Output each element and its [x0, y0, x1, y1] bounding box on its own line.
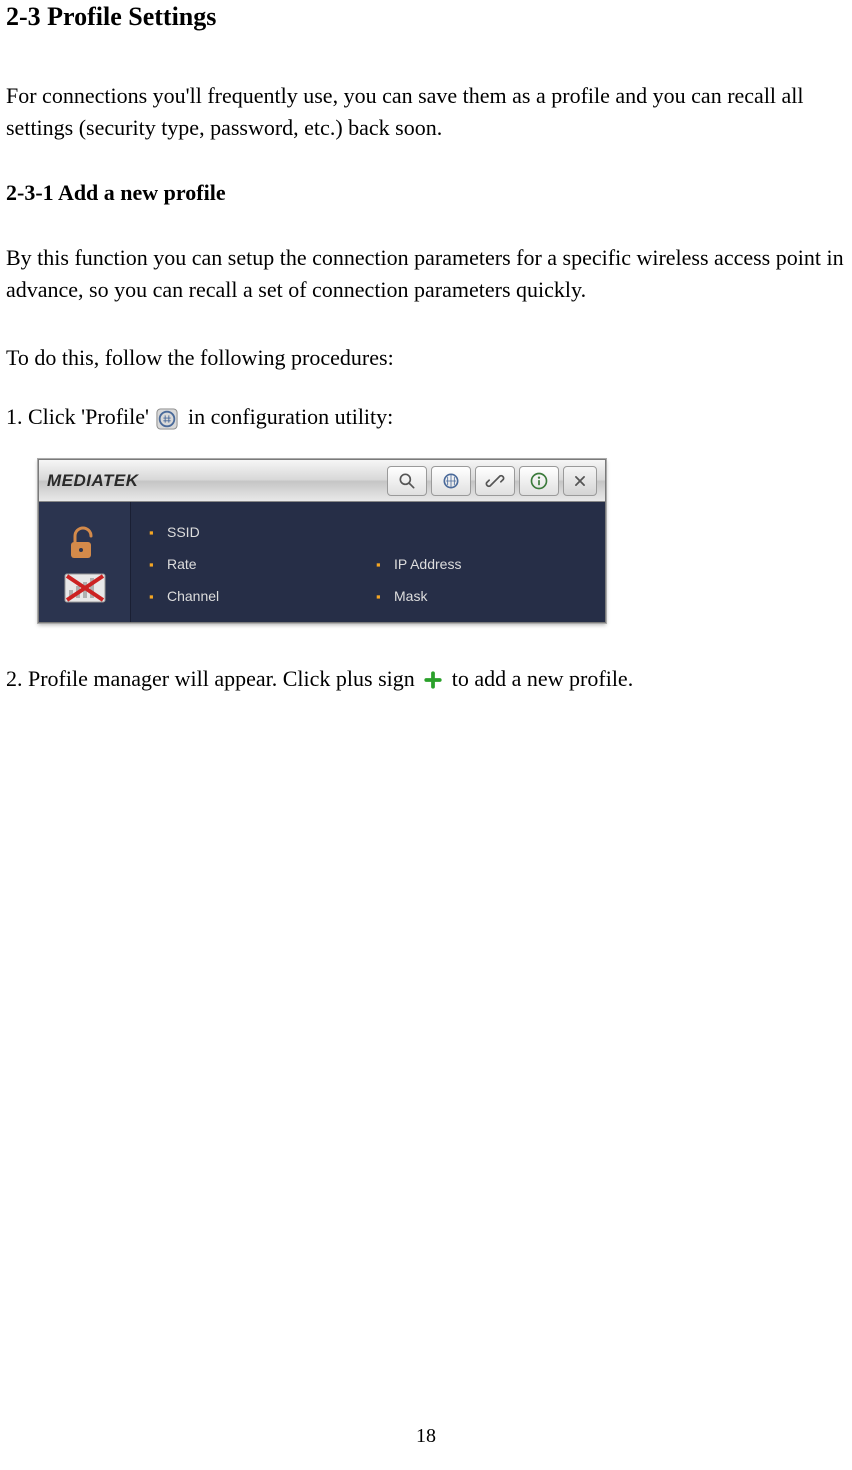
search-icon — [397, 471, 417, 491]
panel-body: ▪ SSID ▪ Rate ▪ IP Address ▪ Channel — [39, 502, 605, 622]
field-label: SSID — [167, 524, 200, 540]
plus-icon — [424, 671, 442, 689]
mediatek-panel: MEDIATEK — [38, 459, 606, 623]
procedure-intro: To do this, follow the following procedu… — [6, 342, 846, 374]
field-ip: ▪ IP Address — [376, 556, 591, 572]
subsection-title: 2-3-1 Add a new profile — [6, 180, 846, 206]
field-label: Channel — [167, 588, 219, 604]
bullet-icon: ▪ — [149, 557, 159, 572]
field-label: Mask — [394, 588, 427, 604]
field-mask: ▪ Mask — [376, 588, 591, 604]
bullet-icon: ▪ — [149, 589, 159, 604]
link-button[interactable] — [475, 466, 515, 496]
brand-logo: MEDIATEK — [39, 471, 211, 491]
field-ssid: ▪ SSID — [149, 524, 364, 540]
page-number: 18 — [0, 1425, 852, 1448]
search-button[interactable] — [387, 466, 427, 496]
field-label: IP Address — [394, 556, 461, 572]
field-channel: ▪ Channel — [149, 588, 364, 604]
profile-icon — [441, 471, 461, 491]
bullet-icon: ▪ — [376, 557, 386, 572]
fields-grid: ▪ SSID ▪ Rate ▪ IP Address ▪ Channel — [131, 502, 605, 622]
subsection-intro: By this function you can setup the conne… — [6, 242, 846, 306]
no-signal-icon — [63, 572, 107, 608]
bullet-icon: ▪ — [376, 589, 386, 604]
step-1: 1. Click 'Profile' in configuration util… — [6, 401, 846, 433]
info-icon — [529, 471, 549, 491]
profile-button[interactable] — [431, 466, 471, 496]
step-2-pre: 2. Profile manager will appear. Click pl… — [6, 666, 420, 691]
step-1-pre: 1. Click 'Profile' — [6, 404, 154, 429]
step-2-post: to add a new profile. — [452, 666, 633, 691]
close-button[interactable] — [563, 466, 597, 496]
lock-open-icon — [61, 520, 109, 568]
field-label: Rate — [167, 556, 197, 572]
panel-header: MEDIATEK — [39, 460, 605, 502]
profile-icon — [156, 407, 178, 429]
status-area — [39, 502, 131, 622]
link-icon — [485, 471, 505, 491]
info-button[interactable] — [519, 466, 559, 496]
intro-paragraph: For connections you'll frequently use, y… — [6, 80, 846, 144]
section-title: 2-3 Profile Settings — [6, 2, 846, 32]
bullet-icon: ▪ — [149, 525, 159, 540]
field-rate: ▪ Rate — [149, 556, 364, 572]
utility-screenshot: MEDIATEK — [38, 459, 846, 623]
step-1-post: in configuration utility: — [188, 404, 393, 429]
toolbar — [211, 466, 605, 496]
step-2: 2. Profile manager will appear. Click pl… — [6, 663, 846, 695]
close-icon — [573, 474, 587, 488]
